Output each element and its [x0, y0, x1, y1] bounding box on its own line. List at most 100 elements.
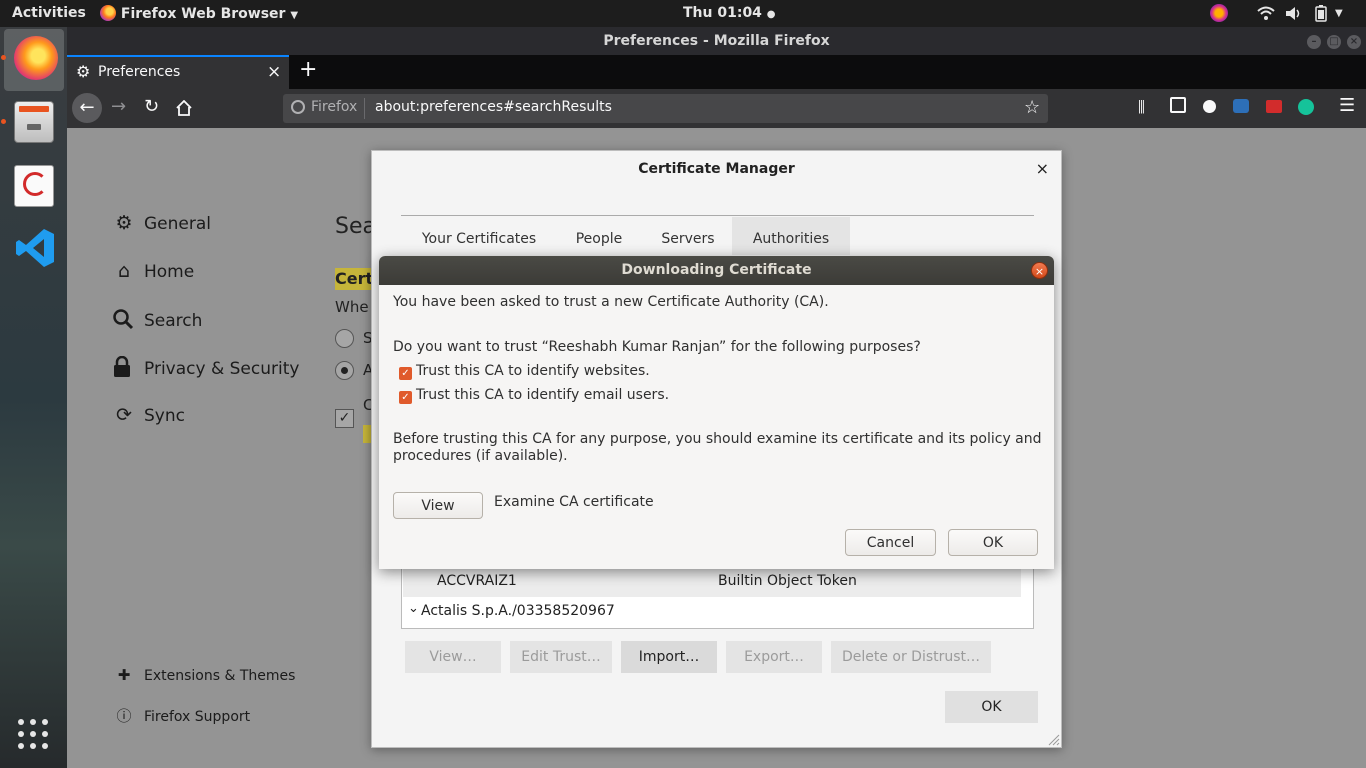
extensions-themes-link[interactable]: ✚ Extensions & Themes: [112, 666, 296, 684]
downloading-certificate-dialog: Downloading Certificate × You have been …: [379, 256, 1054, 569]
tab-label: Preferences: [98, 64, 181, 80]
category-search[interactable]: Search: [112, 308, 202, 331]
ok-button[interactable]: OK: [948, 529, 1038, 556]
grammarly-icon[interactable]: [1298, 99, 1314, 115]
radio-select-auto[interactable]: [335, 329, 354, 348]
library-icon[interactable]: ⫼: [1138, 98, 1145, 116]
firefox-support-link[interactable]: ⓘ Firefox Support: [112, 705, 250, 726]
app-menu[interactable]: Firefox Web Browser ▼: [100, 5, 298, 22]
dialog-title: Downloading Certificate: [379, 256, 1054, 285]
import-button[interactable]: Import…: [621, 641, 717, 673]
identity-label: Firefox: [311, 99, 358, 115]
export-button[interactable]: Export…: [726, 641, 822, 673]
search-icon: [113, 309, 134, 330]
sidebar-icon[interactable]: [1170, 97, 1186, 113]
checkbox-checked-icon: ✓: [399, 367, 412, 380]
search-highlight-partial: [363, 425, 371, 443]
firefox-icon: [100, 5, 116, 21]
dock: [0, 27, 67, 768]
delete-distrust-button[interactable]: Delete or Distrust…: [831, 641, 991, 673]
tree-row[interactable]: ⌄ Actalis S.p.A./03358520967: [403, 599, 1021, 625]
back-button[interactable]: ←: [72, 93, 102, 123]
chevron-down-icon[interactable]: ⌄: [408, 601, 419, 616]
category-general[interactable]: ⚙ General: [112, 212, 211, 234]
dock-document-viewer[interactable]: [4, 157, 64, 219]
cert-manager-tabs: Your Certificates People Servers Authori…: [401, 215, 1034, 255]
puzzle-piece-icon: ✚: [117, 666, 131, 684]
identity-box[interactable]: Firefox: [289, 98, 365, 119]
battery-icon[interactable]: [1315, 5, 1327, 22]
close-icon[interactable]: ×: [1031, 262, 1048, 279]
edit-trust-button[interactable]: Edit Trust…: [510, 641, 612, 673]
tab-close-icon[interactable]: ×: [267, 62, 281, 82]
certificate-tree[interactable]: ACCVRAIZ1 Builtin Object Token ⌄ Actalis…: [401, 569, 1034, 629]
link-label: Extensions & Themes: [144, 668, 296, 684]
category-label: Sync: [144, 406, 185, 426]
running-indicator: [1, 119, 6, 124]
tab-authorities[interactable]: Authorities: [732, 217, 850, 255]
dock-vscode[interactable]: [4, 219, 64, 281]
system-menu-chevron-icon[interactable]: ▼: [1335, 8, 1343, 19]
activities-button[interactable]: Activities: [12, 5, 86, 21]
dock-files[interactable]: [4, 93, 64, 155]
new-tab-button[interactable]: +: [299, 57, 317, 82]
bookmark-star-icon[interactable]: ☆: [1024, 97, 1040, 118]
document-viewer-icon: [14, 165, 54, 207]
checkbox-label: Trust this CA to identify websites.: [416, 363, 650, 379]
search-heading-partial: Sea: [335, 214, 376, 239]
cert-name: ACCVRAIZ1: [437, 573, 517, 589]
home-icon[interactable]: [176, 100, 192, 116]
certificates-heading-partial: Cert: [335, 268, 371, 290]
firefox-indicator-icon[interactable]: [1210, 4, 1228, 23]
close-icon[interactable]: ×: [1036, 159, 1049, 178]
reload-icon[interactable]: ↻: [144, 96, 159, 117]
maximize-icon[interactable]: □: [1327, 35, 1341, 49]
dock-firefox[interactable]: [4, 29, 64, 91]
tab-preferences[interactable]: ⚙ Preferences ×: [67, 55, 289, 89]
tab-your-certificates[interactable]: Your Certificates: [407, 217, 551, 255]
cert-token: Builtin Object Token: [718, 573, 857, 589]
checkbox-checked-icon: ✓: [399, 391, 412, 404]
clock-label: Thu 01:04: [683, 5, 762, 21]
minimize-icon[interactable]: –: [1307, 35, 1321, 49]
window-close-icon[interactable]: ×: [1347, 35, 1361, 49]
url-bar[interactable]: Firefox about:preferences#searchResults …: [283, 94, 1048, 123]
url-text[interactable]: about:preferences#searchResults: [375, 99, 612, 115]
ocsp-checkbox[interactable]: ✓: [335, 409, 354, 428]
examine-ca-label: Examine CA certificate: [494, 494, 654, 510]
app-menu-label: Firefox Web Browser: [120, 6, 286, 22]
advice-text-line2: procedures (if available).: [393, 448, 568, 464]
account-icon[interactable]: [1203, 100, 1216, 113]
notification-dot-icon: ●: [766, 9, 776, 20]
show-applications-icon[interactable]: [16, 717, 50, 751]
trust-email-checkbox[interactable]: ✓ Trust this CA to identify email users.: [399, 387, 669, 404]
clock[interactable]: Thu 01:04 ●: [683, 5, 776, 21]
view-ca-button[interactable]: View: [393, 492, 483, 519]
firefox-identity-icon: [291, 100, 305, 114]
extension-lastpass-icon[interactable]: [1266, 100, 1282, 113]
tree-row[interactable]: ACCVRAIZ1 Builtin Object Token: [403, 569, 1021, 597]
checkbox-label: Trust this CA to identify email users.: [416, 387, 670, 403]
dialog-title: Certificate Manager: [638, 161, 795, 177]
category-sync[interactable]: ⟳ Sync: [112, 404, 185, 426]
category-label: Search: [144, 311, 203, 331]
category-home[interactable]: ⌂ Home: [112, 260, 194, 282]
ok-button[interactable]: OK: [945, 691, 1038, 723]
tab-people[interactable]: People: [561, 217, 637, 255]
extension-incognito-icon[interactable]: [1233, 99, 1249, 113]
forward-button[interactable]: →: [111, 96, 126, 117]
category-privacy[interactable]: Privacy & Security: [112, 356, 299, 379]
view-cert-button[interactable]: View…: [405, 641, 501, 673]
vscode-icon: [16, 229, 54, 267]
trust-websites-checkbox[interactable]: ✓ Trust this CA to identify websites.: [399, 363, 650, 380]
tab-servers[interactable]: Servers: [647, 217, 729, 255]
help-icon: ⓘ: [116, 707, 132, 725]
tab-strip: ⚙ Preferences × +: [67, 55, 1366, 89]
cancel-button[interactable]: Cancel: [845, 529, 936, 556]
firefox-icon: [14, 36, 58, 80]
volume-icon[interactable]: [1285, 6, 1303, 21]
hamburger-menu-icon[interactable]: ☰: [1339, 95, 1355, 116]
resize-grip-icon[interactable]: [1048, 734, 1060, 746]
wifi-icon[interactable]: [1257, 6, 1275, 20]
radio-ask-every-time[interactable]: [335, 361, 354, 380]
